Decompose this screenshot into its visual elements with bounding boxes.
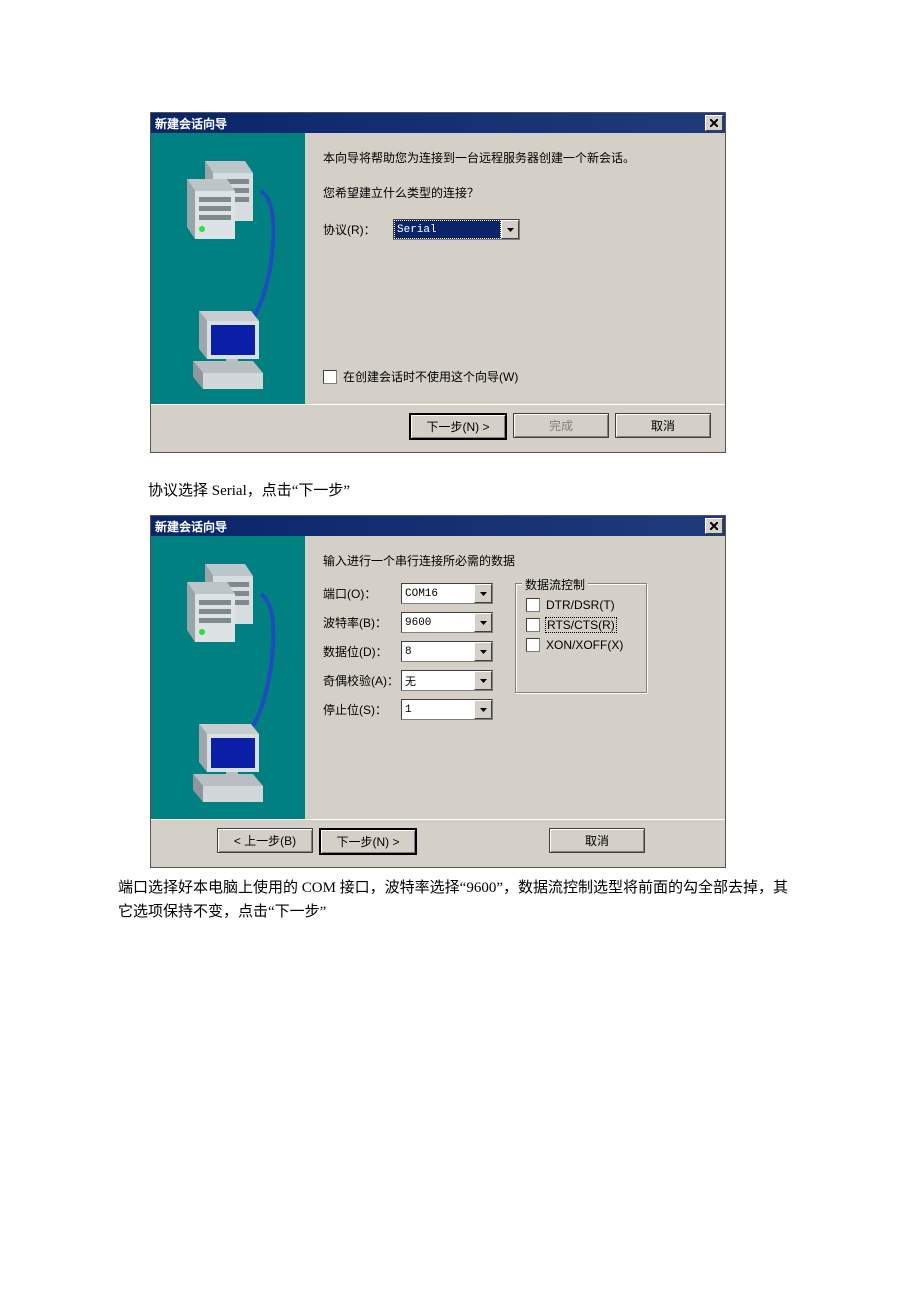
- data-bits-label: 数据位(D)：: [323, 643, 401, 660]
- dont-use-wizard-label: 在创建会话时不使用这个向导(W): [343, 368, 518, 385]
- data-bits-value: 8: [402, 642, 474, 661]
- intro-text-2: 您希望建立什么类型的连接？: [323, 184, 707, 201]
- xonxoff-checkbox[interactable]: XON/XOFF(X): [526, 638, 623, 652]
- wizard-sidebar: [151, 133, 305, 404]
- close-icon[interactable]: [705, 518, 723, 534]
- baud-combo[interactable]: 9600: [401, 612, 493, 633]
- close-icon[interactable]: [705, 115, 723, 131]
- dont-use-wizard-checkbox[interactable]: 在创建会话时不使用这个向导(W): [323, 368, 518, 385]
- titlebar[interactable]: 新建会话向导: [151, 516, 725, 536]
- checkbox-box[interactable]: [526, 598, 540, 612]
- page: 新建会话向导: [0, 0, 920, 1302]
- port-label: 端口(O)：: [323, 585, 401, 602]
- port-combo[interactable]: COM16: [401, 583, 493, 604]
- xonxoff-label: XON/XOFF(X): [546, 638, 623, 652]
- finish-button: 完成: [513, 413, 609, 438]
- protocol-combo[interactable]: Serial: [393, 219, 520, 240]
- next-button[interactable]: 下一步(N) >: [319, 828, 417, 855]
- caption-2: 端口选择好本电脑上使用的 COM 接口，波特率选择“9600”，数据流控制选型将…: [118, 876, 788, 924]
- intro-text-1: 本向导将帮助您为连接到一台远程服务器创建一个新会话。: [323, 149, 707, 166]
- cancel-button[interactable]: 取消: [615, 413, 711, 438]
- chevron-down-icon[interactable]: [501, 220, 519, 239]
- protocol-label: 协议(R)：: [323, 221, 393, 238]
- flow-control-group: 数据流控制 DTR/DSR(T) RTS/CTS(R) XON/XOFF(X): [515, 583, 647, 693]
- wizard-dialog-2: 新建会话向导: [150, 515, 726, 868]
- wizard-content: 输入进行一个串行连接所必需的数据 端口(O)： COM16 波特率(B)：: [305, 536, 725, 819]
- wizard-content: 本向导将帮助您为连接到一台远程服务器创建一个新会话。 您希望建立什么类型的连接？…: [305, 133, 725, 404]
- chevron-down-icon[interactable]: [474, 642, 492, 661]
- stop-bits-value: 1: [402, 700, 474, 719]
- rtscts-label: RTS/CTS(R): [546, 618, 616, 632]
- stop-bits-combo[interactable]: 1: [401, 699, 493, 720]
- dtrdsr-checkbox[interactable]: DTR/DSR(T): [526, 598, 615, 612]
- stop-bits-label: 停止位(S)：: [323, 701, 401, 718]
- wizard-footer: 下一步(N) > 完成 取消: [151, 404, 725, 452]
- baud-label: 波特率(B)：: [323, 614, 401, 631]
- wizard-illustration: [151, 536, 305, 816]
- chevron-down-icon[interactable]: [474, 671, 492, 690]
- cancel-button[interactable]: 取消: [549, 828, 645, 853]
- port-value: COM16: [402, 584, 474, 603]
- baud-value: 9600: [402, 613, 474, 632]
- window-title: 新建会话向导: [155, 115, 227, 132]
- chevron-down-icon[interactable]: [474, 584, 492, 603]
- intro-text: 输入进行一个串行连接所必需的数据: [323, 552, 707, 569]
- checkbox-box[interactable]: [526, 618, 540, 632]
- parity-label: 奇偶校验(A)：: [323, 672, 401, 689]
- wizard-footer: < 上一步(B) 下一步(N) > 取消: [151, 819, 725, 867]
- rtscts-checkbox[interactable]: RTS/CTS(R): [526, 618, 616, 632]
- chevron-down-icon[interactable]: [474, 700, 492, 719]
- data-bits-combo[interactable]: 8: [401, 641, 493, 662]
- checkbox-box[interactable]: [526, 638, 540, 652]
- dtrdsr-label: DTR/DSR(T): [546, 598, 615, 612]
- flow-control-legend: 数据流控制: [522, 576, 588, 593]
- caption-1: 协议选择 Serial，点击“下一步”: [148, 479, 350, 503]
- wizard-sidebar: [151, 536, 305, 819]
- next-button[interactable]: 下一步(N) >: [409, 413, 507, 440]
- chevron-down-icon[interactable]: [474, 613, 492, 632]
- titlebar[interactable]: 新建会话向导: [151, 113, 725, 133]
- wizard-illustration: [151, 133, 305, 401]
- back-button[interactable]: < 上一步(B): [217, 828, 313, 853]
- parity-combo[interactable]: 无: [401, 670, 493, 691]
- wizard-dialog-1: 新建会话向导: [150, 112, 726, 453]
- checkbox-box[interactable]: [323, 370, 337, 384]
- protocol-value: Serial: [394, 220, 501, 239]
- window-title: 新建会话向导: [155, 518, 227, 535]
- parity-value: 无: [402, 671, 474, 690]
